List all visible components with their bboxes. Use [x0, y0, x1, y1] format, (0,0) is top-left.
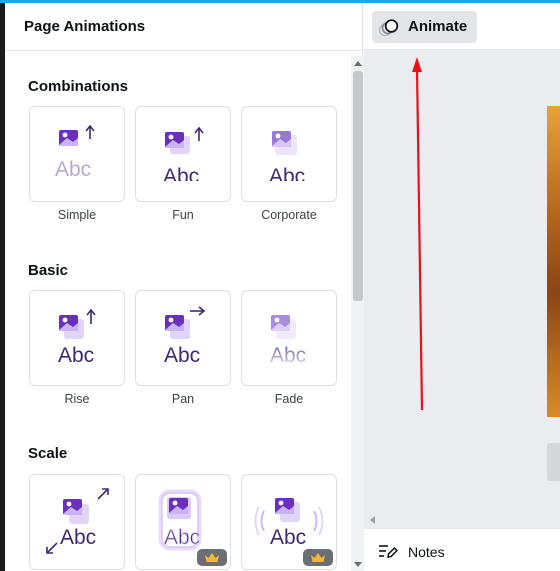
svg-text:Abc: Abc [164, 526, 200, 549]
panel-header: Page Animations [5, 3, 363, 51]
svg-text:Abc: Abc [60, 526, 96, 549]
crown-icon [205, 553, 219, 562]
animate-icon [379, 19, 399, 37]
animation-label-fade: Fade [274, 392, 304, 406]
animation-card-corporate[interactable]: Abc [241, 106, 337, 202]
notes-bar[interactable]: Notes [364, 528, 560, 571]
animation-simple-icon: Abc [55, 124, 95, 181]
animation-fade-icon: Abc [270, 315, 306, 367]
scroll-down-arrow-icon[interactable] [354, 562, 362, 567]
scroll-left-arrow-icon[interactable] [370, 516, 375, 524]
svg-text:Abc: Abc [270, 344, 306, 367]
animation-label-fun: Fun [172, 208, 194, 222]
animation-label-pan: Pan [171, 392, 195, 406]
section-title-basic: Basic [28, 262, 69, 279]
animation-rise-icon: Abc [58, 308, 96, 367]
add-page-button[interactable] [547, 443, 560, 481]
animate-button-label: Animate [408, 18, 468, 35]
workspace-horizontal-scrollbar[interactable] [364, 512, 560, 526]
section-title-scale: Scale [28, 445, 68, 462]
crown-icon [311, 553, 325, 562]
svg-text:Abc: Abc [163, 165, 199, 188]
animation-card-simple[interactable]: Abc [29, 106, 125, 202]
editor-toolbar: Animate [364, 3, 560, 50]
svg-text:Abc: Abc [58, 344, 94, 367]
editor-workspace: Animate Notes [364, 3, 560, 571]
animation-scale-icon: Abc [46, 488, 109, 554]
notes-label: Notes [408, 544, 445, 560]
premium-badge [197, 549, 227, 566]
page-animations-panel: Page Animations Combinations Abc Simple … [5, 3, 365, 571]
section-title-combinations: Combinations [28, 78, 128, 95]
animation-card-fun[interactable]: Abc [135, 106, 231, 202]
panel-title: Page Animations [24, 18, 146, 35]
animate-button[interactable]: Animate [372, 11, 477, 43]
notes-icon [379, 545, 398, 558]
scroll-up-arrow-icon[interactable] [354, 61, 362, 66]
svg-text:Abc: Abc [55, 158, 91, 181]
animation-card-wiggle[interactable]: Abc [241, 474, 337, 570]
animation-label-corporate: Corporate [261, 208, 317, 222]
panel-scrollbar[interactable] [351, 56, 365, 571]
animation-label-rise: Rise [64, 392, 90, 406]
animation-fun-icon: Abc [163, 126, 204, 188]
animation-card-pulse[interactable]: Abc [135, 474, 231, 570]
premium-badge [303, 549, 333, 566]
animation-card-rise[interactable]: Abc [29, 290, 125, 386]
animation-corporate-icon: Abc [269, 131, 305, 188]
animation-card-pan[interactable]: Abc [135, 290, 231, 386]
animation-label-simple: Simple [57, 208, 97, 222]
svg-text:Abc: Abc [164, 344, 200, 367]
scrollbar-thumb[interactable] [353, 71, 363, 301]
animation-card-fade[interactable]: Abc [241, 290, 337, 386]
design-canvas-image[interactable] [547, 106, 560, 417]
animation-card-scale[interactable]: Abc [29, 474, 125, 570]
animation-pan-icon: Abc [164, 306, 206, 367]
svg-text:Abc: Abc [269, 165, 305, 188]
svg-text:Abc: Abc [270, 526, 306, 549]
